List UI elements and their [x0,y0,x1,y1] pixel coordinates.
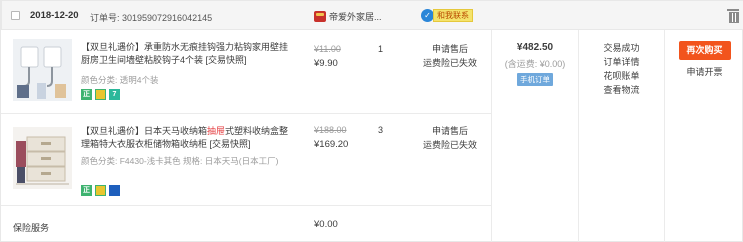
after-sale-actions: 申请售后 运费险已失效 [419,42,481,70]
order-date: 2018-12-20 [30,10,79,21]
product-sku: 颜色分类: F4430-浅卡其色 规格: 日本天马(日本工厂) [81,156,279,166]
order-checkbox[interactable] [11,11,20,20]
product-title-text: 【双旦礼遇价】日本天马收纳箱 [81,126,208,136]
product-title[interactable]: 【双旦礼遇价】日本天马收纳箱抽屉式塑料收纳盒整理箱特大衣服衣柜储物箱收纳柜 [交… [81,125,289,151]
shop-name: 帝爱外家居... [329,12,382,22]
quantity: 3 [378,125,384,135]
order-header: 2018-12-20 订单号: 301959072916042145 帝爱外家居… [1,0,743,30]
order-details-link[interactable]: 订单详情 [579,55,664,69]
order-total: ¥482.50 [516,42,554,53]
seven-day-return-badge-icon[interactable]: 7 [109,89,120,100]
unit-price: ¥169.20 [314,139,349,150]
order-item-row: 【双旦礼遇价】日本天马收纳箱抽屉式塑料收纳盒整理箱特大衣服衣柜储物箱收纳柜 [交… [1,114,491,206]
operations-column: 再次购买 申请开票 [665,30,743,242]
mobile-order-tag: 手机订单 [517,73,553,86]
view-logistics-link[interactable]: 查看物流 [579,83,664,97]
original-price: ¥11.00 [314,44,341,54]
contact-seller-button[interactable]: ✓ 和我联系 [421,9,473,22]
status-column: 交易成功 订单详情 花呗账单 查看物流 [579,30,665,242]
genuine-badge-icon[interactable]: 正 [81,89,92,100]
storage-box-product-image [13,127,72,189]
original-price: ¥188.00 [314,125,347,135]
huabei-bill-link[interactable]: 花呗账单 [579,69,664,83]
rebuy-button[interactable]: 再次购买 [678,41,731,60]
request-invoice-link[interactable]: 申请开票 [665,65,743,78]
guarantee-badge-icon[interactable] [95,185,106,196]
apply-after-sale-link[interactable]: 申请售后 [419,124,481,138]
product-title[interactable]: 【双旦礼遇价】承重防水无痕挂钩强力粘钩家用壁挂厨房卫生间墙壁粘胶钩子4个装 [交… [81,41,289,67]
shipping-insurance-status: 运费险已失效 [422,140,477,150]
flag-badge-icon[interactable] [109,185,120,196]
genuine-badge-icon[interactable]: 正 [81,185,92,196]
hooks-product-image [13,39,72,101]
trade-status: 交易成功 [603,43,640,53]
product-sku: 颜色分类: 透明4个装 [81,75,159,85]
payment-column: ¥482.50 (含运费: ¥0.00) 手机订单 [491,30,579,242]
insurance-price: ¥0.00 [314,219,338,230]
service-badges: 正 [81,185,120,196]
shop-link[interactable]: 帝爱外家居... [314,10,382,23]
product-title-highlight: 抽屉 [207,126,226,136]
product-thumbnail[interactable] [13,39,72,101]
shop-icon [314,11,326,22]
order-item-row: 【双旦礼遇价】承重防水无痕挂钩强力粘钩家用壁挂厨房卫生间墙壁粘胶钩子4个装 [交… [1,30,491,114]
product-thumbnail[interactable] [13,127,72,189]
contact-label: 和我联系 [433,9,473,22]
insurance-label: 保险服务 [13,223,50,233]
shipping-fee: (含运费: ¥0.00) [504,59,566,69]
insurance-row: 保险服务 ¥0.00 [1,206,491,242]
product-title-text: 【双旦礼遇价】承重防水无痕挂钩强力粘钩家用壁挂厨房卫生间墙壁粘胶钩子4个装 [交… [81,42,289,65]
service-badges: 正 7 [81,89,120,100]
apply-after-sale-link[interactable]: 申请售后 [419,42,481,56]
shipping-insurance-status: 运费险已失效 [422,58,477,68]
delete-order-icon[interactable] [727,8,739,23]
guarantee-badge-icon[interactable] [95,89,106,100]
unit-price: ¥9.90 [314,58,338,69]
after-sale-actions: 申请售后 运费险已失效 [419,124,481,152]
order-number: 订单号: 301959072916042145 [90,13,213,23]
quantity: 1 [378,44,384,54]
order-card: 2018-12-20 订单号: 301959072916042145 帝爱外家居… [0,0,743,242]
